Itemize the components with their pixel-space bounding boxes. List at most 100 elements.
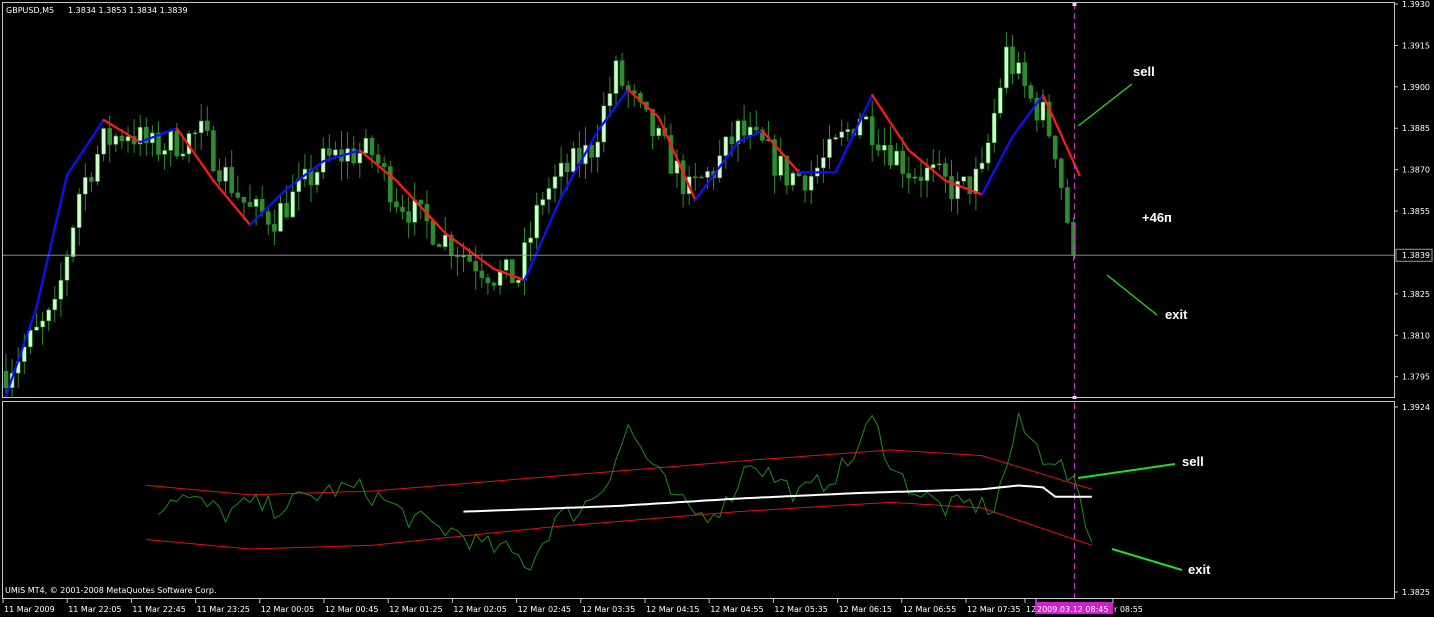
candle-body bbox=[930, 164, 936, 169]
candle-body bbox=[467, 255, 472, 262]
candle-body bbox=[985, 142, 991, 164]
candle-body bbox=[223, 166, 228, 182]
candle-body bbox=[455, 255, 460, 258]
marked-time-top-marker bbox=[1072, 3, 1077, 6]
candle-body bbox=[778, 155, 784, 176]
candle-body bbox=[162, 150, 167, 155]
candle-body bbox=[95, 153, 100, 182]
candle-body bbox=[741, 120, 747, 136]
time-tick-label: 2009.03.12 08:45 bbox=[1037, 605, 1108, 614]
candle-body bbox=[461, 255, 466, 258]
candle-body bbox=[1004, 46, 1009, 89]
candle-body bbox=[821, 157, 826, 169]
candle-body bbox=[326, 148, 332, 156]
candle-body bbox=[1065, 187, 1070, 223]
candle-body bbox=[528, 237, 533, 243]
candle-body bbox=[265, 211, 271, 225]
candle-body bbox=[394, 201, 399, 208]
candle-body bbox=[284, 202, 289, 218]
candle-body bbox=[259, 198, 265, 212]
candle-body bbox=[802, 175, 808, 191]
candle-body bbox=[192, 132, 198, 135]
time-tick-label: 11 Mar 22:45 bbox=[132, 605, 185, 614]
time-tick-label: 12 Mar 07:35 bbox=[967, 605, 1020, 614]
candle-body bbox=[558, 162, 564, 177]
candle-body bbox=[272, 224, 277, 232]
candle-body bbox=[314, 172, 320, 186]
candle-body bbox=[790, 172, 796, 186]
candle-body bbox=[107, 128, 112, 145]
candle-body bbox=[357, 152, 363, 164]
candle-body bbox=[699, 176, 704, 179]
candle-body bbox=[943, 163, 948, 177]
price-tick-label: 1.3810 bbox=[1402, 331, 1430, 340]
time-tick-label: 12 Mar 05:35 bbox=[774, 605, 827, 614]
candle-body bbox=[119, 135, 125, 142]
candle-body bbox=[936, 163, 942, 166]
candle-body bbox=[906, 173, 912, 179]
time-tick-label: 12 Mar 01:25 bbox=[389, 605, 442, 614]
candle-body bbox=[979, 162, 985, 170]
candle-body bbox=[589, 144, 594, 158]
candle-body bbox=[174, 130, 180, 157]
candle-body bbox=[607, 93, 613, 107]
candle-body bbox=[375, 154, 381, 164]
candle-body bbox=[369, 138, 375, 156]
candle-body bbox=[83, 177, 88, 195]
candle-body bbox=[418, 199, 424, 205]
candle-body bbox=[363, 138, 369, 154]
candle-body bbox=[973, 168, 979, 194]
candle-body bbox=[1028, 85, 1034, 99]
candle-body bbox=[1040, 101, 1046, 121]
price-tick-label: 1.3900 bbox=[1402, 83, 1430, 92]
main-exit-label: exit bbox=[1165, 307, 1188, 322]
time-tick-label: 12 Mar 06:55 bbox=[903, 605, 956, 614]
time-tick-label: 12 Mar 04:15 bbox=[646, 605, 699, 614]
candle-body bbox=[46, 309, 52, 322]
time-tick-label: 12 Mar 06:15 bbox=[839, 605, 892, 614]
candle-body bbox=[894, 150, 899, 166]
time-tick-label: 12 bbox=[1026, 605, 1036, 614]
marked-time-mid-marker bbox=[1072, 396, 1077, 399]
candle-body bbox=[997, 87, 1003, 114]
candle-body bbox=[64, 256, 70, 281]
candle-body bbox=[863, 116, 869, 120]
ohlc-readout: 1.3834 1.3853 1.3834 1.3839 bbox=[68, 6, 188, 15]
candle-body bbox=[833, 137, 838, 140]
candle-body bbox=[40, 320, 45, 328]
candle-body bbox=[845, 129, 851, 133]
osc-exit-label: exit bbox=[1188, 562, 1211, 577]
candle-body bbox=[205, 120, 210, 131]
candle-body bbox=[875, 144, 881, 151]
candle-body bbox=[705, 171, 710, 178]
candle-body bbox=[3, 370, 9, 389]
time-tick-label: 12 Mar 00:45 bbox=[325, 605, 378, 614]
candle-body bbox=[753, 126, 759, 131]
candle-body bbox=[168, 130, 173, 151]
candle-body bbox=[692, 176, 698, 178]
candle-body bbox=[839, 131, 845, 138]
candle-body bbox=[656, 127, 662, 137]
time-tick-label: 11 Mar 2009 bbox=[4, 605, 55, 614]
profit-label: +46п bbox=[1142, 210, 1172, 225]
candle-body bbox=[180, 153, 186, 157]
candle-body bbox=[796, 172, 802, 177]
candle-body bbox=[1010, 46, 1015, 74]
candle-body bbox=[546, 188, 552, 200]
main-sell-label: sell bbox=[1133, 64, 1155, 79]
candle-body bbox=[485, 277, 491, 284]
candle-body bbox=[918, 176, 924, 181]
candle-body bbox=[241, 196, 247, 203]
symbol-title: GBPUSD,M5 bbox=[6, 6, 54, 15]
candle-body bbox=[552, 176, 558, 189]
candle-body bbox=[253, 198, 259, 207]
candle-body bbox=[473, 261, 479, 272]
candle-body bbox=[509, 259, 515, 284]
candle-body bbox=[827, 138, 832, 158]
candle-body bbox=[125, 136, 131, 142]
price-tick-label: 1.3930 bbox=[1402, 0, 1430, 9]
candle-body bbox=[723, 136, 729, 156]
candle-body bbox=[436, 244, 442, 248]
time-tick-label: 12 Mar 02:45 bbox=[518, 605, 571, 614]
candle-body bbox=[430, 220, 436, 245]
